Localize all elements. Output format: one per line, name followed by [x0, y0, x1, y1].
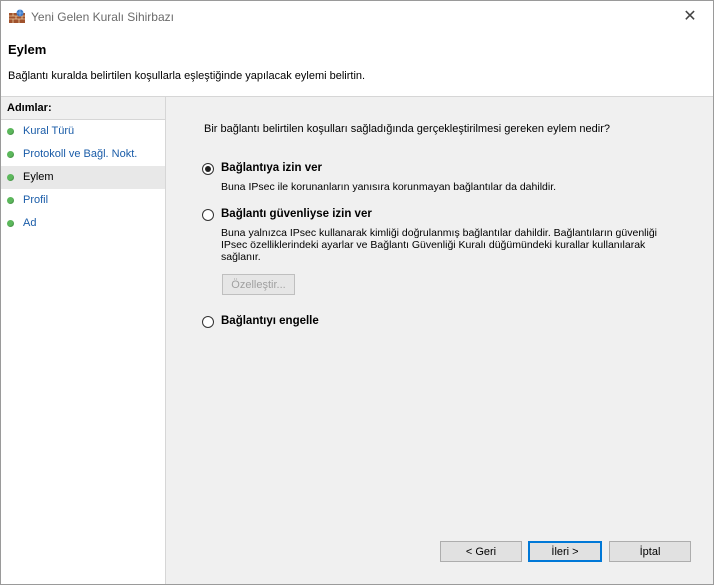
step-profile[interactable]: Profil [1, 189, 165, 212]
radio-allow[interactable] [202, 163, 214, 175]
step-action[interactable]: Eylem [1, 166, 165, 189]
option-allow-secure-description: Buna yalnızca IPsec kullanarak kimliği d… [221, 227, 657, 263]
close-icon[interactable]: ✕ [667, 1, 713, 31]
green-dot-icon [7, 220, 14, 227]
radio-allow-secure[interactable] [202, 209, 214, 221]
step-label: Protokoll ve Bağl. Nokt. [23, 148, 138, 160]
page-description: Bağlantı kuralda belirtilen koşullarla e… [8, 70, 366, 82]
back-button[interactable]: < Geri [440, 541, 522, 562]
action-question: Bir bağlantı belirtilen koşulları sağlad… [204, 123, 610, 135]
radio-block[interactable] [202, 316, 214, 328]
step-protocol-ports[interactable]: Protokoll ve Bağl. Nokt. [1, 143, 165, 166]
green-dot-icon [7, 128, 14, 135]
wizard-window: Yeni Gelen Kuralı Sihirbazı ✕ Eylem Bağl… [0, 0, 714, 585]
page-title: Eylem [8, 42, 47, 57]
cancel-button[interactable]: İptal [609, 541, 691, 562]
firewall-wall-icon [9, 9, 25, 23]
step-label: Profil [23, 194, 49, 206]
step-label: Ad [23, 217, 37, 229]
steps-sidebar: Adımlar: Kural Türü Protokoll ve Bağl. N… [1, 97, 166, 584]
step-label: Kural Türü [23, 125, 75, 137]
page-header: Eylem Bağlantı kuralda belirtilen koşull… [1, 31, 713, 97]
option-allow-label[interactable]: Bağlantıya izin ver [221, 162, 322, 174]
step-rule-type[interactable]: Kural Türü [1, 120, 165, 143]
green-dot-icon [7, 151, 14, 158]
main-content: Bir bağlantı belirtilen koşulları sağlad… [166, 97, 713, 584]
steps-heading: Adımlar: [1, 97, 165, 120]
next-button[interactable]: İleri > [528, 541, 602, 562]
green-dot-icon [7, 197, 14, 204]
customize-button[interactable]: Özelleştir... [222, 274, 295, 295]
green-dot-icon [7, 174, 14, 181]
step-label: Eylem [23, 171, 54, 183]
option-block-label[interactable]: Bağlantıyı engelle [221, 315, 319, 327]
step-name[interactable]: Ad [1, 212, 165, 235]
window-title: Yeni Gelen Kuralı Sihirbazı [31, 10, 174, 24]
title-bar: Yeni Gelen Kuralı Sihirbazı ✕ [1, 1, 713, 31]
option-allow-description: Buna IPsec ile korunanların yanısıra kor… [221, 181, 557, 193]
option-allow-secure-label[interactable]: Bağlantı güvenliyse izin ver [221, 208, 372, 220]
